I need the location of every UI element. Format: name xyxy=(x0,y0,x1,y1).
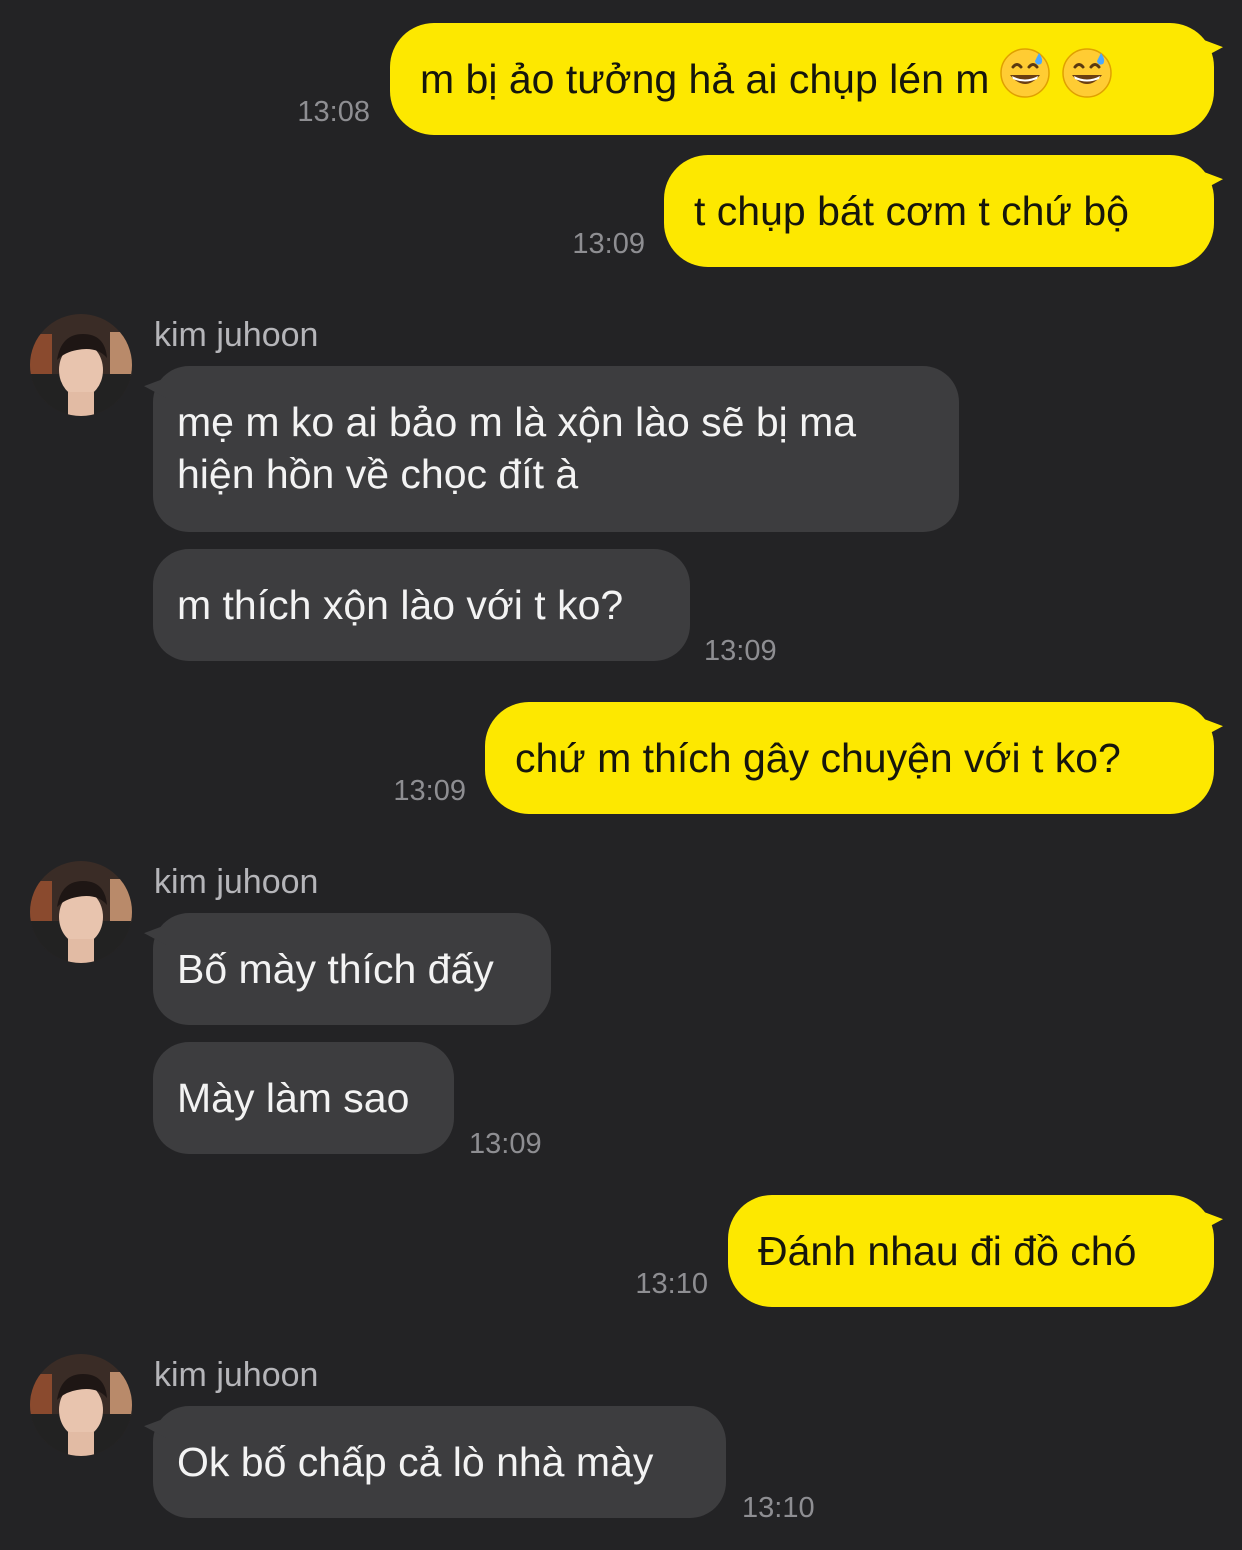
their-message-bubble[interactable]: Bố mày thích đấy xyxy=(144,913,551,1025)
sender-name: kim juhoon xyxy=(154,316,319,354)
avatar[interactable] xyxy=(30,1354,132,1456)
timestamp: 13:10 xyxy=(635,1268,708,1300)
timestamp: 13:09 xyxy=(393,775,466,807)
timestamp: 13:08 xyxy=(297,96,370,128)
message-text: Mày làm sao xyxy=(177,1075,410,1121)
timestamp: 13:09 xyxy=(704,635,777,667)
avatar[interactable] xyxy=(30,861,132,963)
bubble-tail xyxy=(1201,159,1223,191)
bubble-tail xyxy=(1201,706,1223,738)
message-text: chứ m thích gây chuyện với t ko? xyxy=(515,735,1121,781)
their-message-bubble[interactable]: Mày làm sao xyxy=(153,1042,454,1154)
bubble-tail xyxy=(144,366,166,398)
my-message-bubble[interactable]: t chụp bát cơm t chứ bộ xyxy=(664,155,1223,267)
their-message-bubble[interactable]: mẹ m ko ai bảo m là xộn lào sẽ bị ma hiệ… xyxy=(144,366,959,532)
timestamp: 13:09 xyxy=(572,228,645,260)
grinning-sweat-emoji-icon xyxy=(1061,47,1113,111)
sender-name: kim juhoon xyxy=(154,863,319,901)
bubble-tail xyxy=(144,1406,166,1438)
timestamp: 13:10 xyxy=(742,1492,815,1524)
my-message-bubble[interactable]: chứ m thích gây chuyện với t ko? xyxy=(485,702,1223,814)
message-text: mẹ m ko ai bảo m là xộn lào sẽ bị ma hiệ… xyxy=(177,399,857,497)
grinning-sweat-emoji-icon xyxy=(999,47,1051,111)
their-message-bubble[interactable]: m thích xộn lào với t ko? xyxy=(153,549,690,661)
message-text: t chụp bát cơm t chứ bộ xyxy=(694,188,1129,234)
message-text: m bị ảo tưởng hả ai chụp lén m xyxy=(420,56,990,102)
message-text: m thích xộn lào với t ko? xyxy=(177,582,624,628)
my-message-bubble[interactable]: Đánh nhau đi đồ chó xyxy=(728,1195,1223,1307)
timestamp: 13:09 xyxy=(469,1128,542,1160)
message-text: Ok bố chấp cả lò nhà mày xyxy=(177,1439,654,1485)
bubble-tail xyxy=(1201,27,1223,59)
bubble-tail xyxy=(1201,1199,1223,1231)
bubble-tail xyxy=(144,913,166,945)
sender-name: kim juhoon xyxy=(154,1356,319,1394)
message-text: Đánh nhau đi đồ chó xyxy=(758,1228,1137,1274)
their-message-bubble[interactable]: Ok bố chấp cả lò nhà mày xyxy=(144,1406,726,1518)
my-message-bubble[interactable]: m bị ảo tưởng hả ai chụp lén m xyxy=(390,23,1223,135)
message-text: Bố mày thích đấy xyxy=(177,946,494,992)
avatar[interactable] xyxy=(30,314,132,416)
